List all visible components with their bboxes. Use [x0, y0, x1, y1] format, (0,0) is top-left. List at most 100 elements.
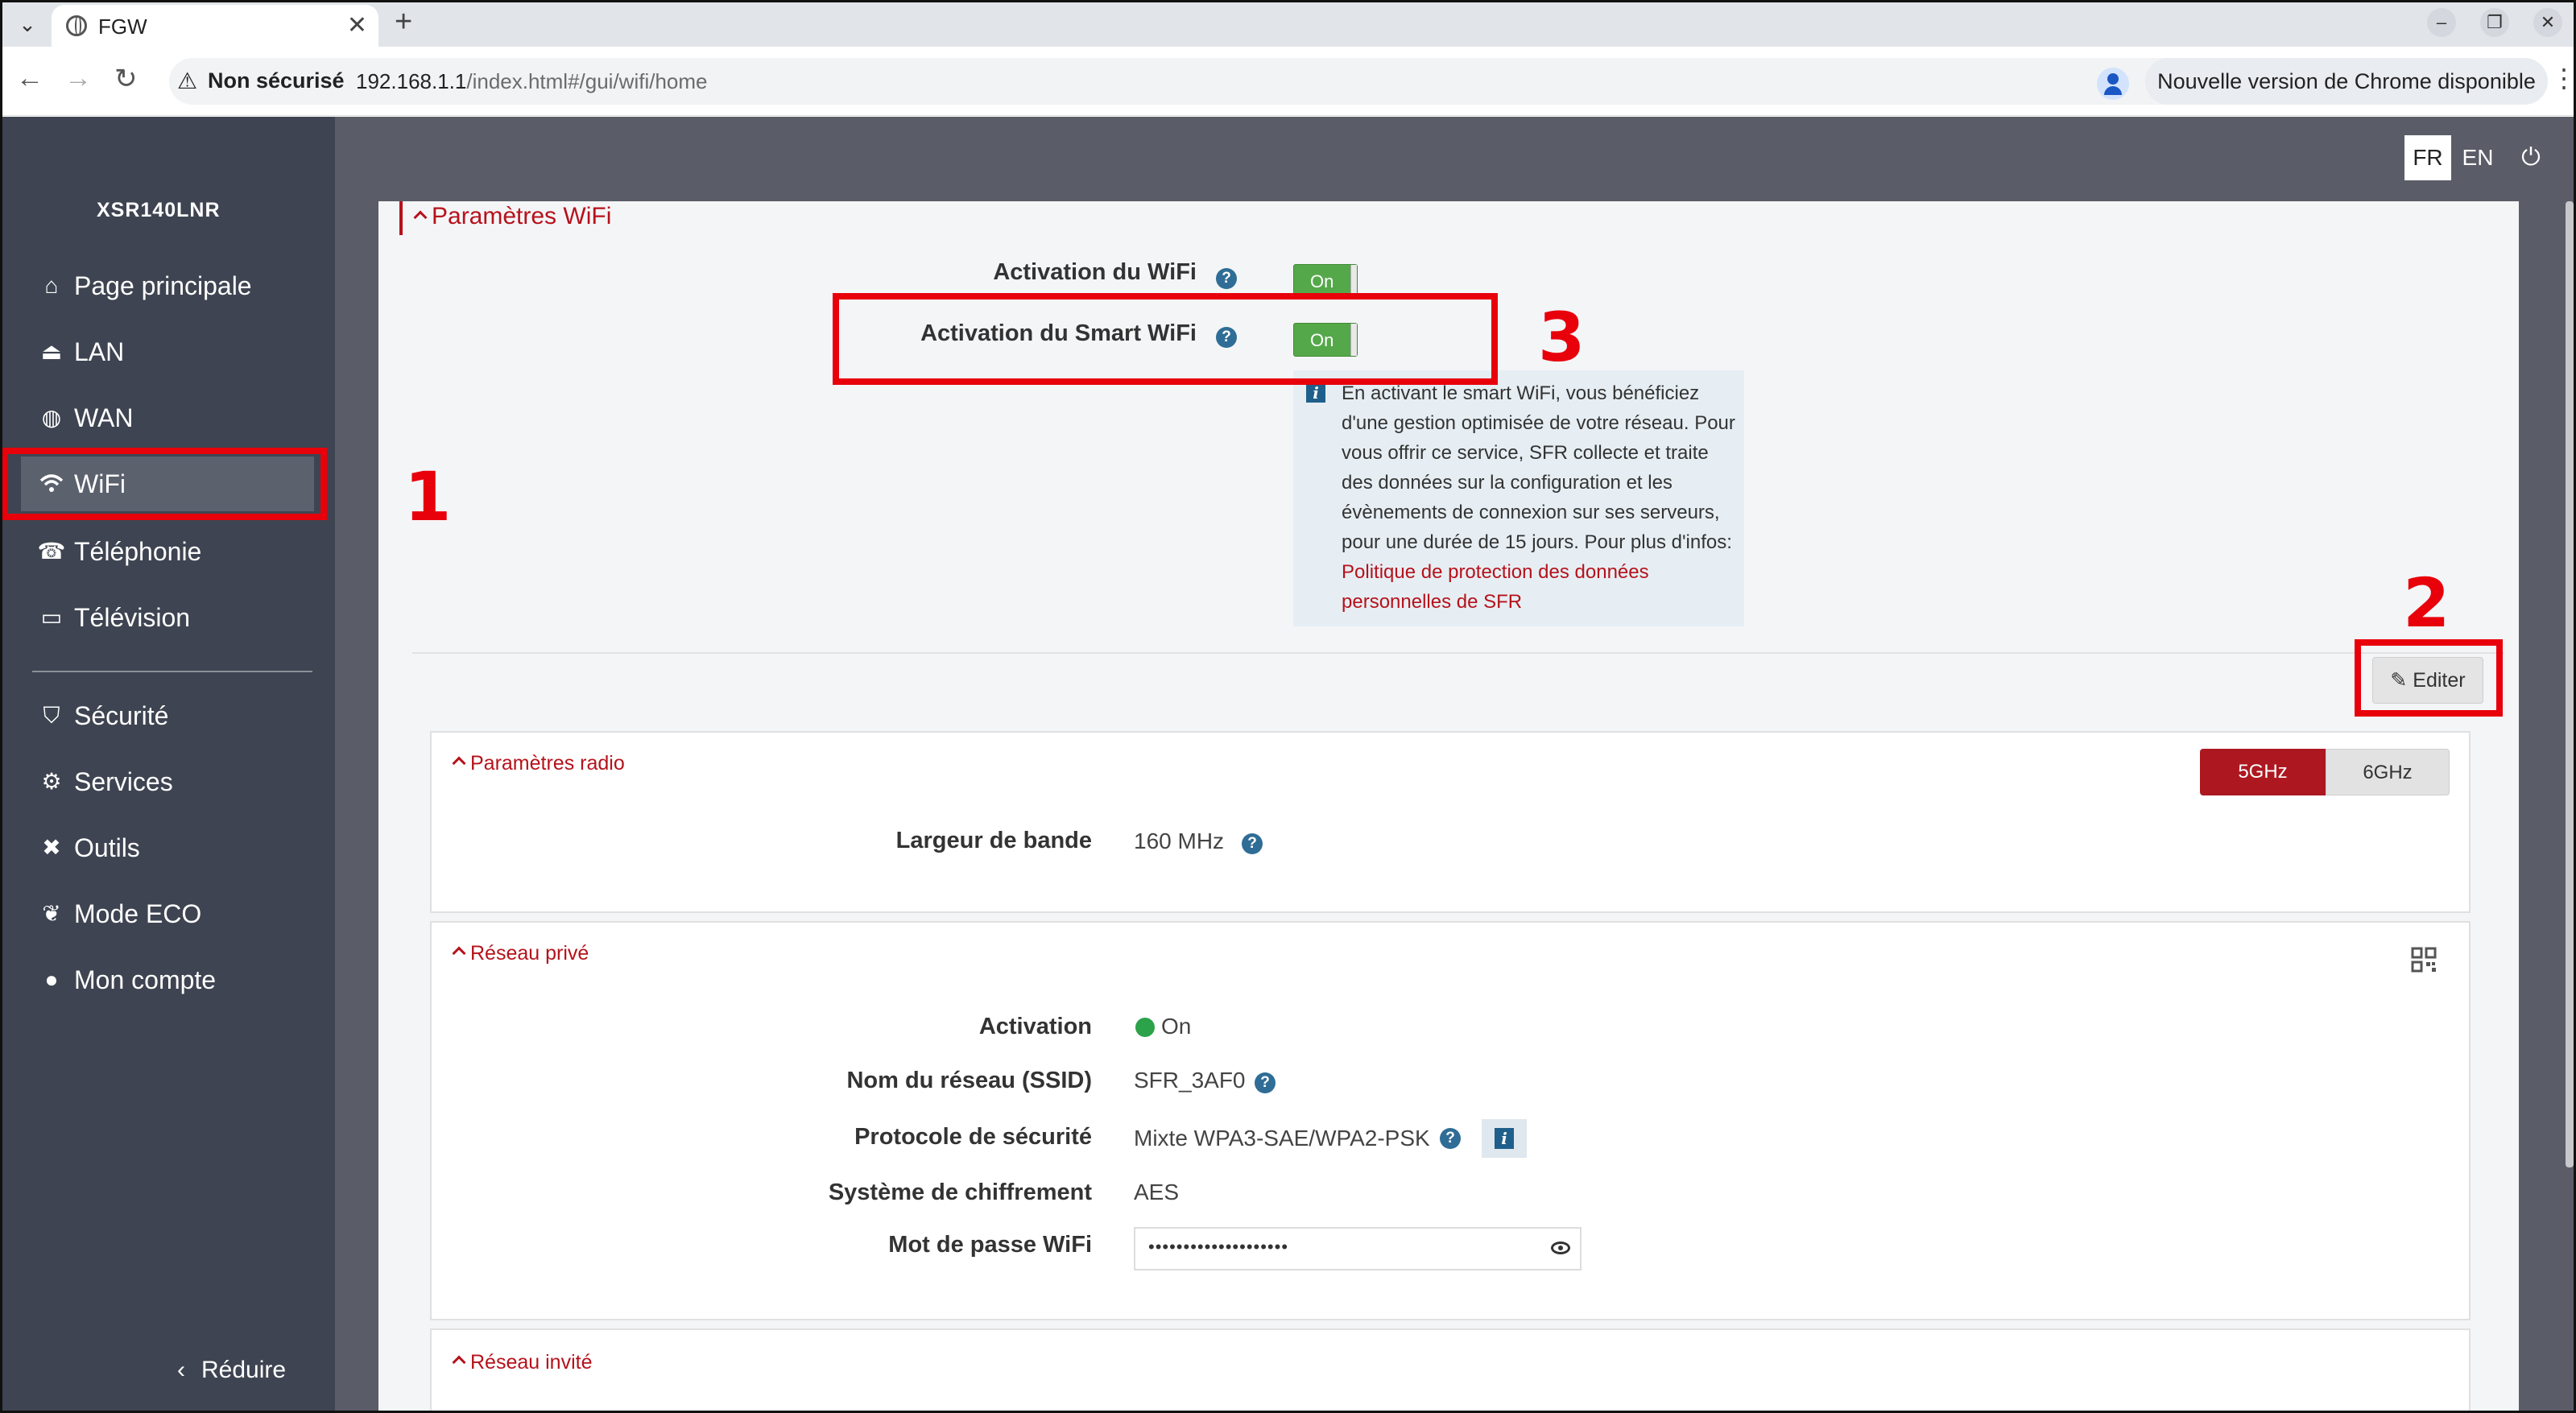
tools-icon: ✖ — [42, 835, 61, 860]
guest-network-section-title[interactable]: Réseau invité — [451, 1351, 592, 1374]
browser-tab-bar: ⌄ FGW ✕ + – ❐ ✕ — [0, 0, 2576, 47]
caret-up-icon — [452, 756, 466, 771]
band-6ghz-tab[interactable]: 6GHz — [2326, 749, 2450, 795]
shield-icon: ⛉ — [43, 703, 60, 728]
bandwidth-value: 160 MHz — [1134, 828, 1225, 853]
sidebar-item-label: Page principale — [74, 271, 252, 300]
section-accent-bar — [399, 201, 403, 235]
security-info-button[interactable]: i — [1482, 1119, 1527, 1158]
tv-icon: ▭ — [40, 605, 63, 630]
band-5ghz-tab[interactable]: 5GHz — [2200, 749, 2326, 795]
power-logout-icon[interactable]: ⏻ — [2511, 135, 2551, 180]
ssid-label: Nom du réseau (SSID) — [846, 1068, 1092, 1093]
info-icon: i — [1306, 383, 1325, 403]
sidebar-item-label: Outils — [74, 833, 140, 862]
sidebar-item-mode-eco[interactable]: ❦ Mode ECO — [21, 886, 314, 941]
browser-menu-icon[interactable]: ⋮ — [2551, 63, 2576, 93]
sidebar-item-label: Sécurité — [74, 701, 169, 730]
wifi-activation-label: Activation du WiFi — [993, 259, 1197, 285]
minimize-button[interactable]: – — [2427, 8, 2456, 37]
security-status[interactable]: Non sécurisé — [208, 68, 345, 93]
caret-up-icon — [452, 1355, 466, 1370]
security-protocol-value: Mixte WPA3-SAE/WPA2-PSK — [1134, 1126, 1430, 1151]
help-icon[interactable]: ? — [1255, 1072, 1276, 1093]
help-icon[interactable]: ? — [1216, 268, 1237, 289]
bandwidth-label: Largeur de bande — [895, 828, 1092, 853]
annotation-number-1: 1 — [404, 457, 452, 536]
profile-avatar-icon[interactable] — [2097, 68, 2129, 100]
sidebar-item-mon-compte[interactable]: ● Mon compte — [21, 952, 314, 1007]
wifi-password-label: Mot de passe WiFi — [888, 1232, 1092, 1258]
new-tab-button[interactable]: + — [395, 5, 412, 39]
warning-icon[interactable]: ⚠ — [177, 68, 197, 94]
sidebar-item-securite[interactable]: ⛉ Sécurité — [21, 688, 314, 743]
radio-params-card — [430, 731, 2471, 913]
radio-title-text: Paramètres radio — [470, 752, 625, 775]
gears-icon: ⚙ — [41, 769, 62, 794]
tab-title: FGW — [98, 14, 147, 39]
info-body: En activant le smart WiFi, vous bénéfici… — [1342, 382, 1735, 553]
back-arrow-icon[interactable]: ← — [16, 63, 43, 94]
sidebar-item-label: Mode ECO — [74, 899, 202, 928]
sidebar-item-label: WAN — [74, 403, 134, 432]
sidebar-item-television[interactable]: ▭ Télévision — [21, 590, 314, 645]
info-icon: i — [1495, 1128, 1514, 1149]
page-scrollbar[interactable] — [2566, 201, 2574, 1167]
phone-icon: ☎ — [37, 539, 66, 564]
annotation-number-3: 3 — [1538, 298, 1586, 377]
toggle-state: On — [1310, 271, 1334, 291]
sidebar: XSR140LNR ⌂ Page principale ⏏ LAN ◍ WAN … — [0, 117, 335, 1413]
privacy-policy-link[interactable]: Politique de protection des données pers… — [1342, 561, 1649, 613]
leaf-icon: ❦ — [42, 901, 61, 926]
sidebar-item-label: LAN — [74, 337, 125, 366]
collapse-label: Réduire — [201, 1357, 287, 1383]
help-icon[interactable]: ? — [1440, 1128, 1461, 1149]
address-bar[interactable]: ⚠ Non sécurisé 192.168.1.1/index.html#/g… — [169, 58, 2231, 105]
lang-en-button[interactable]: EN — [2453, 135, 2503, 180]
forward-arrow-icon[interactable]: → — [64, 63, 92, 94]
url-host: 192.168.1.1 — [356, 69, 467, 93]
close-window-button[interactable]: ✕ — [2533, 8, 2562, 37]
tab-search-chevron-icon[interactable]: ⌄ — [10, 8, 45, 40]
radio-section-title[interactable]: Paramètres radio — [451, 752, 625, 775]
device-model: XSR140LNR — [97, 199, 221, 221]
section-divider — [412, 652, 2504, 654]
reload-icon[interactable]: ↻ — [114, 63, 138, 95]
sidebar-item-lan[interactable]: ⏏ LAN — [21, 324, 314, 379]
caret-up-icon — [452, 946, 466, 961]
password-masked-value: •••••••••••••••••••• — [1148, 1237, 1289, 1257]
annotation-box-wifi-menu — [2, 448, 327, 520]
sidebar-item-label: Mon compte — [74, 965, 217, 994]
restore-button[interactable]: ❐ — [2480, 8, 2509, 37]
help-icon[interactable]: ? — [1242, 833, 1263, 854]
status-on-dot — [1135, 1018, 1155, 1037]
wifi-params-section-title[interactable]: Paramètres WiFi — [412, 203, 611, 230]
private-network-section-title[interactable]: Réseau privé — [451, 942, 589, 965]
tab-close-icon[interactable]: ✕ — [347, 11, 367, 39]
sidebar-item-wan[interactable]: ◍ WAN — [21, 390, 314, 445]
url-text[interactable]: 192.168.1.1/index.html#/gui/wifi/home — [356, 69, 708, 94]
encryption-label: Système de chiffrement — [828, 1180, 1092, 1205]
sidebar-item-outils[interactable]: ✖ Outils — [21, 820, 314, 875]
chrome-update-button[interactable]: Nouvelle version de Chrome disponible — [2145, 58, 2548, 105]
lang-fr-button[interactable]: FR — [2404, 135, 2451, 180]
show-password-eye-icon[interactable] — [1551, 1242, 1570, 1254]
sidebar-item-page-principale[interactable]: ⌂ Page principale — [21, 258, 314, 313]
wifi-params-title-text: Paramètres WiFi — [432, 203, 612, 229]
ssid-value: SFR_3AF0 — [1134, 1068, 1246, 1093]
annotation-number-2: 2 — [2403, 564, 2450, 642]
sidebar-item-telephonie[interactable]: ☎ Téléphonie — [21, 524, 314, 579]
wifi-password-field[interactable]: •••••••••••••••••••• — [1134, 1227, 1582, 1270]
security-protocol-label: Protocole de sécurité — [854, 1124, 1092, 1150]
browser-tab[interactable]: FGW ✕ — [52, 5, 378, 47]
info-text: En activant le smart WiFi, vous bénéfici… — [1342, 378, 1736, 617]
chevron-left-icon: ‹ — [177, 1357, 185, 1383]
user-icon: ● — [44, 967, 59, 992]
collapse-sidebar-button[interactable]: ‹ Réduire — [177, 1357, 286, 1384]
smart-wifi-info-box: i En activant le smart WiFi, vous bénéfi… — [1293, 370, 1744, 626]
sidebar-item-services[interactable]: ⚙ Services — [21, 754, 314, 809]
sidebar-item-label: Téléphonie — [74, 537, 202, 566]
qr-code-icon[interactable] — [2411, 947, 2437, 973]
sidebar-divider — [32, 671, 312, 672]
globe-favicon-icon — [66, 15, 87, 36]
